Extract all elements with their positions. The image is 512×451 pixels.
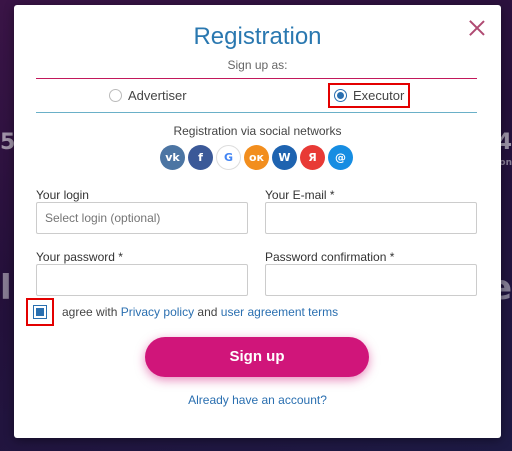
sign-up-button[interactable]: Sign up <box>145 337 369 377</box>
agree-checkbox[interactable] <box>26 298 54 326</box>
background-small-text: on <box>499 158 512 168</box>
radio-selected-icon[interactable] <box>334 89 347 102</box>
password-confirm-label: Password confirmation * <box>265 250 395 264</box>
agree-text: agree with Privacy policy and user agree… <box>62 305 338 319</box>
vk-icon[interactable]: vk <box>160 145 185 170</box>
password-confirm-input[interactable] <box>265 264 477 296</box>
email-input[interactable] <box>265 202 477 234</box>
registration-modal: Registration Sign up as: Advertiser Exec… <box>14 5 501 438</box>
password-label: Your password * <box>36 250 123 264</box>
facebook-icon[interactable]: f <box>188 145 213 170</box>
password-input[interactable] <box>36 264 248 296</box>
modal-title: Registration <box>193 23 322 50</box>
agree-middle: and <box>197 305 218 319</box>
modal-subtitle: Sign up as: <box>227 58 288 72</box>
email-label: Your E-mail * <box>265 188 335 202</box>
webmoney-icon[interactable]: W <box>272 145 297 170</box>
login-input[interactable] <box>36 202 248 234</box>
login-label: Your login <box>36 188 89 202</box>
agree-row: agree with Privacy policy and user agree… <box>26 298 338 326</box>
radio-unselected-icon[interactable] <box>109 89 122 102</box>
privacy-policy-link[interactable]: Privacy policy <box>121 305 194 319</box>
mailru-icon[interactable]: @ <box>328 145 353 170</box>
social-title: Registration via social networks <box>173 124 342 138</box>
background-letter-left: l <box>0 268 12 308</box>
yandex-icon[interactable]: Я <box>300 145 325 170</box>
role-selector: Advertiser Executor <box>36 78 477 113</box>
user-agreement-link[interactable]: user agreement terms <box>221 305 338 319</box>
already-have-account-link[interactable]: Already have an account? <box>14 393 501 407</box>
google-icon[interactable]: G <box>216 145 241 170</box>
odnoklassniki-icon[interactable]: ок <box>244 145 269 170</box>
role-advertiser-label: Advertiser <box>128 88 187 103</box>
social-networks: vk f Gок W Я @ <box>160 145 353 170</box>
role-executor-label: Executor <box>353 88 405 103</box>
checkbox-checked-icon <box>33 305 47 319</box>
role-executor-option[interactable]: Executor <box>328 83 411 108</box>
role-advertiser-option[interactable]: Advertiser <box>109 88 187 103</box>
agree-prefix: agree with <box>62 305 118 319</box>
